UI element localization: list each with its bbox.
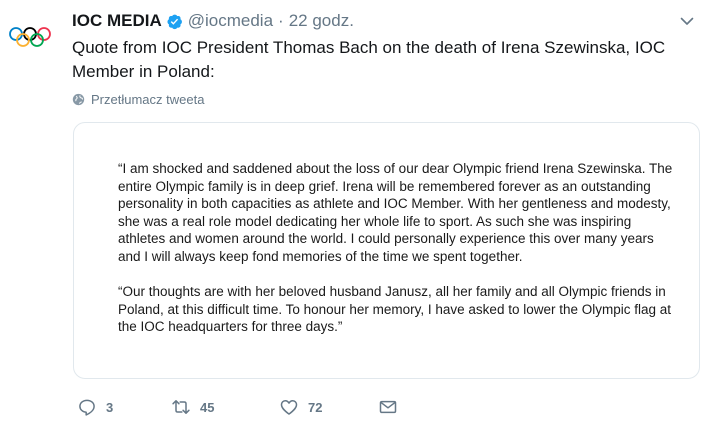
retweet-button[interactable]: 45 [171, 397, 279, 417]
author-name[interactable]: IOC MEDIA [72, 11, 162, 31]
tweet-actions: 3 45 72 [77, 396, 398, 418]
like-count: 72 [308, 399, 323, 415]
quote-paragraph-2: “Our thoughts are with her beloved husba… [118, 284, 672, 334]
separator-dot: · [278, 11, 284, 30]
avatar[interactable] [8, 24, 52, 52]
chevron-down-icon [680, 17, 694, 25]
tweet-text: Quote from IOC President Thomas Bach on … [72, 38, 666, 81]
tweet-header: IOC MEDIA @iocmedia · 22 godz. [72, 9, 687, 33]
verified-badge-icon [166, 13, 183, 30]
retweet-icon [172, 400, 190, 414]
envelope-icon [379, 400, 397, 414]
reply-button[interactable]: 3 [77, 397, 171, 417]
olympic-rings-icon [9, 27, 51, 47]
reply-icon [79, 399, 95, 416]
reply-count: 3 [106, 399, 114, 415]
like-button[interactable]: 72 [279, 397, 378, 417]
tweet-timestamp[interactable]: 22 godz. [289, 11, 354, 31]
author-handle[interactable]: @iocmedia [188, 11, 273, 31]
globe-icon [72, 93, 85, 106]
translate-label: Przetłumacz tweeta [91, 92, 205, 107]
more-options-button[interactable] [679, 13, 695, 29]
translate-tweet-link[interactable]: Przetłumacz tweeta [72, 92, 204, 107]
quote-paragraph-1: “I am shocked and saddened about the los… [118, 161, 673, 264]
quote-image-card[interactable]: “I am shocked and saddened about the los… [73, 122, 700, 379]
direct-message-button[interactable] [378, 397, 398, 417]
retweet-count: 45 [200, 399, 215, 415]
heart-icon [280, 400, 298, 415]
